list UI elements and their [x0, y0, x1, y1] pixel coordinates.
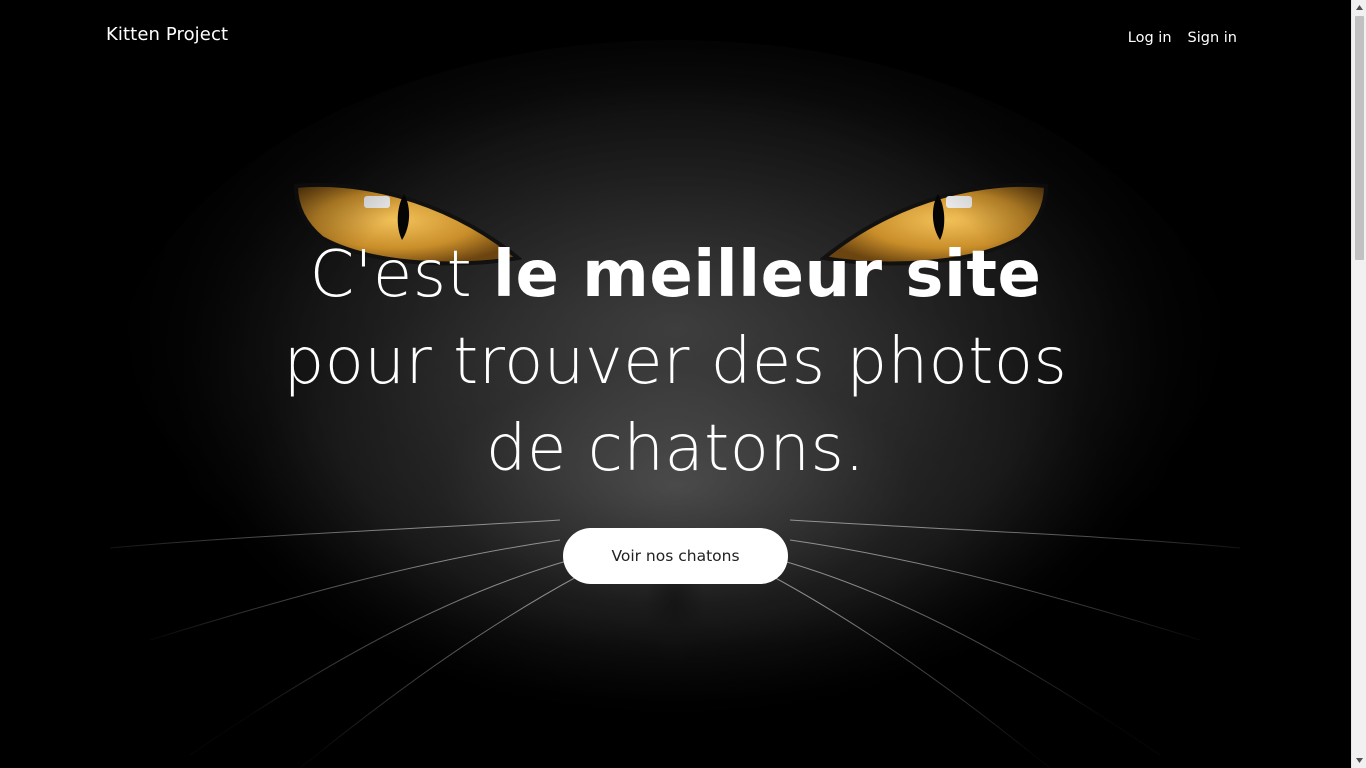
vertical-scrollbar[interactable] — [1351, 0, 1366, 768]
headline-line2: pour trouver des photos — [283, 325, 1068, 399]
headline-part1: C'est — [309, 238, 494, 312]
see-kittens-button[interactable]: Voir nos chatons — [563, 528, 788, 584]
scrollbar-thumb[interactable] — [1355, 16, 1364, 260]
headline-bold: le meilleur site — [493, 238, 1042, 312]
navbar: Kitten Project Log in Sign in — [0, 0, 1351, 72]
scroll-down-arrow-icon[interactable] — [1352, 753, 1366, 768]
login-link[interactable]: Log in — [1128, 30, 1172, 46]
signin-link[interactable]: Sign in — [1188, 30, 1237, 46]
scroll-up-arrow-icon[interactable] — [1352, 0, 1366, 15]
page: Kitten Project Log in Sign in C'est le m… — [0, 0, 1351, 768]
headline-line3: de chatons. — [485, 412, 866, 486]
brand-link[interactable]: Kitten Project — [106, 24, 228, 45]
nav-links: Log in Sign in — [1128, 30, 1237, 46]
hero-headline: C'est le meilleur site pour trouver des … — [0, 232, 1351, 493]
